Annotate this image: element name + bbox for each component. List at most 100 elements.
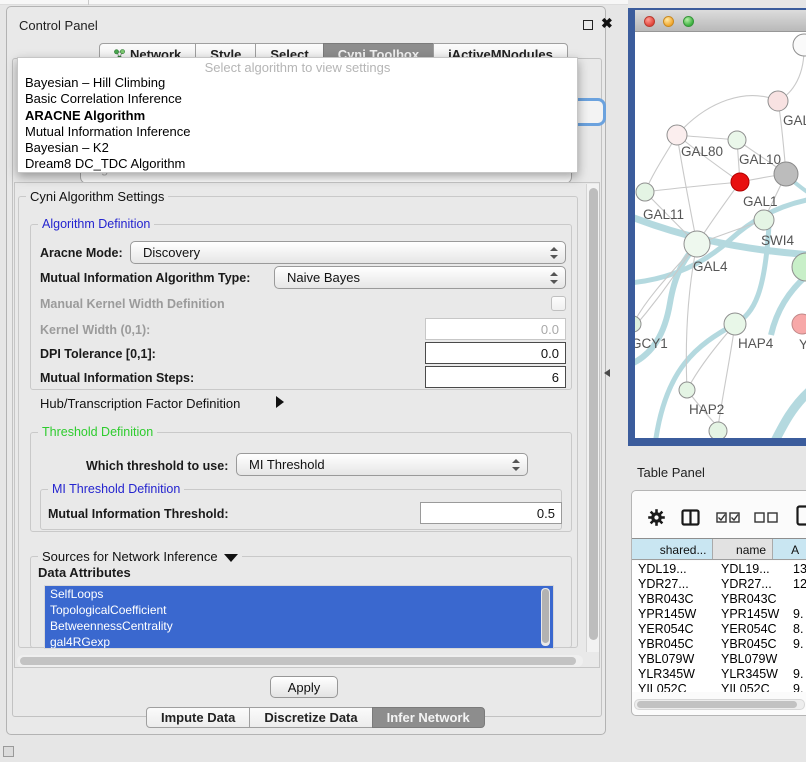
node-label: GCY1 [635, 336, 668, 351]
network-canvas[interactable]: GAL GAL80 GAL10 GAL1 GAL11 SWI4 GAL4 GCY… [635, 33, 806, 440]
node-gal[interactable] [768, 91, 788, 111]
node-gal80[interactable] [667, 125, 687, 145]
manual-kernel-width-checkbox[interactable] [551, 296, 566, 311]
which-threshold-combobox[interactable]: MI Threshold [236, 453, 528, 476]
collapse-down-icon[interactable] [224, 554, 238, 562]
mi-algorithm-type-value: Naive Bayes [287, 270, 360, 285]
which-threshold-label: Which threshold to use: [86, 459, 228, 473]
algorithm-option[interactable]: Mutual Information Inference [18, 124, 577, 140]
mi-algorithm-type-combobox[interactable]: Naive Bayes [274, 266, 566, 289]
top-edge-tick [88, 0, 89, 5]
checked-boxes-icon[interactable] [716, 512, 741, 523]
gear-icon[interactable] [648, 509, 665, 526]
data-attribute-item[interactable]: TopologicalCoefficient [45, 602, 553, 618]
table-cell: YDL19... [721, 562, 770, 576]
node-green-large[interactable] [792, 253, 806, 281]
node-label: GAL [783, 113, 806, 128]
table-toolbar [632, 491, 806, 538]
node-hap2[interactable] [679, 382, 695, 398]
minimize-traffic-light-icon[interactable] [663, 16, 674, 27]
stepper-arrows-icon [511, 458, 520, 472]
algorithm-option[interactable]: Bayesian – Hill Climbing [18, 75, 577, 91]
table-row[interactable]: YER054CYER054C8. [632, 621, 806, 636]
kernel-width-field[interactable]: 0.0 [425, 318, 566, 340]
table-cell: YBR043C [638, 592, 694, 606]
table-cell: YDL19... [638, 562, 687, 576]
dpi-tolerance-field[interactable]: 0.0 [425, 342, 566, 364]
hub-definition-label: Hub/Transcription Factor Definition [40, 396, 240, 411]
node-gal11[interactable] [636, 183, 654, 201]
node-unlabeled[interactable] [793, 34, 806, 56]
table-cell: YIL052C [721, 682, 770, 692]
node-partial-bottom[interactable] [709, 422, 727, 440]
node-swi4[interactable] [754, 210, 774, 230]
table-cell: YDR27... [721, 577, 772, 591]
close-window-icon[interactable]: ✖ [601, 15, 613, 32]
mi-steps-field[interactable]: 6 [425, 366, 566, 388]
desktop: Control Panel ✖ Network Style Select [0, 0, 806, 762]
settings-horizontal-scrollbar[interactable] [17, 655, 583, 667]
algorithm-option[interactable]: Bayesian – K2 [18, 140, 577, 156]
panel-collapse-arrow-icon[interactable] [604, 369, 610, 377]
column-header-name[interactable]: name [713, 539, 773, 559]
table-row[interactable]: YIL052CYIL052C9. [632, 681, 806, 692]
algorithm-option[interactable]: Basic Correlation Inference [18, 91, 577, 107]
mi-algorithm-type-label: Mutual Information Algorithm Type: [40, 271, 250, 285]
data-attribute-item[interactable]: BetweennessCentrality [45, 618, 553, 634]
table-row[interactable]: YBR043CYBR043C [632, 591, 806, 606]
node-gal1-red[interactable] [731, 173, 749, 191]
table-row[interactable]: YBR045CYBR045C9. [632, 636, 806, 651]
column-header-partial[interactable]: A [773, 539, 806, 559]
table-cell: 12 [793, 577, 806, 591]
data-attribute-item[interactable]: SelfLoops [45, 586, 553, 602]
mi-threshold-label: Mutual Information Threshold: [48, 507, 229, 521]
algorithm-option[interactable]: ARACNE Algorithm [18, 108, 577, 124]
table-row[interactable]: YLR345WYLR345W9. [632, 666, 806, 681]
table-cell: YBL079W [638, 652, 694, 666]
table-cell: 9. [793, 607, 803, 621]
node-gal10[interactable] [728, 131, 746, 149]
tab-infer-network[interactable]: Infer Network [372, 707, 485, 728]
table-row[interactable]: YDR27...YDR27...12 [632, 576, 806, 591]
table-row[interactable]: YPR145WYPR145W9. [632, 606, 806, 621]
mi-threshold-field[interactable]: 0.5 [420, 502, 562, 524]
tab-impute-data[interactable]: Impute Data [146, 707, 250, 728]
table-row[interactable]: YBL079WYBL079W [632, 651, 806, 666]
table-cell: YPR145W [638, 607, 696, 621]
data-attributes-list[interactable]: SelfLoopsTopologicalCoefficientBetweenne… [44, 585, 554, 649]
table-panel-title: Table Panel [637, 465, 705, 480]
node-gal4[interactable] [684, 231, 710, 257]
threshold-definition-label: Threshold Definition [38, 425, 157, 439]
tab-discretize-data[interactable]: Discretize Data [249, 707, 372, 728]
close-traffic-light-icon[interactable] [644, 16, 655, 27]
node-label: GAL80 [681, 144, 723, 159]
columns-icon[interactable] [681, 509, 700, 526]
bottom-tabbar: Impute Data Discretize Data Infer Networ… [146, 707, 485, 728]
node-label: HAP4 [738, 336, 774, 351]
expand-right-icon[interactable] [276, 396, 284, 408]
column-header-shared-name[interactable]: shared... [632, 539, 713, 559]
zoom-traffic-light-icon[interactable] [683, 16, 694, 27]
document-icon[interactable] [796, 505, 806, 526]
node-label: GAL10 [739, 152, 781, 167]
apply-button[interactable]: Apply [270, 676, 338, 698]
node-hap4[interactable] [724, 313, 746, 335]
algorithm-option[interactable]: Dream8 DC_TDC Algorithm [18, 156, 577, 172]
list-scrollbar[interactable] [541, 588, 550, 646]
unchecked-boxes-icon[interactable] [754, 512, 779, 523]
network-view-window[interactable]: GAL GAL80 GAL10 GAL1 GAL11 SWI4 GAL4 GCY… [628, 8, 806, 446]
cyni-algorithm-settings-label: Cyni Algorithm Settings [26, 189, 168, 204]
data-attribute-item[interactable]: gal4RGexp [45, 634, 553, 649]
node-label: GAL4 [693, 259, 728, 274]
node-gcy1[interactable] [635, 316, 641, 332]
table-row[interactable]: YDL19... YDL19... 13 [632, 561, 806, 576]
table-horizontal-scrollbar[interactable] [634, 699, 805, 710]
table-cell: YIL052C [638, 682, 687, 692]
settings-vertical-scrollbar[interactable] [586, 184, 599, 652]
aracne-mode-combobox[interactable]: Discovery [130, 241, 566, 264]
top-edge-strip [0, 0, 628, 5]
node-salmon[interactable] [792, 314, 806, 334]
float-window-icon[interactable] [583, 20, 593, 30]
table-cell: 13 [793, 562, 806, 576]
table-cell: YLR345W [638, 667, 695, 681]
